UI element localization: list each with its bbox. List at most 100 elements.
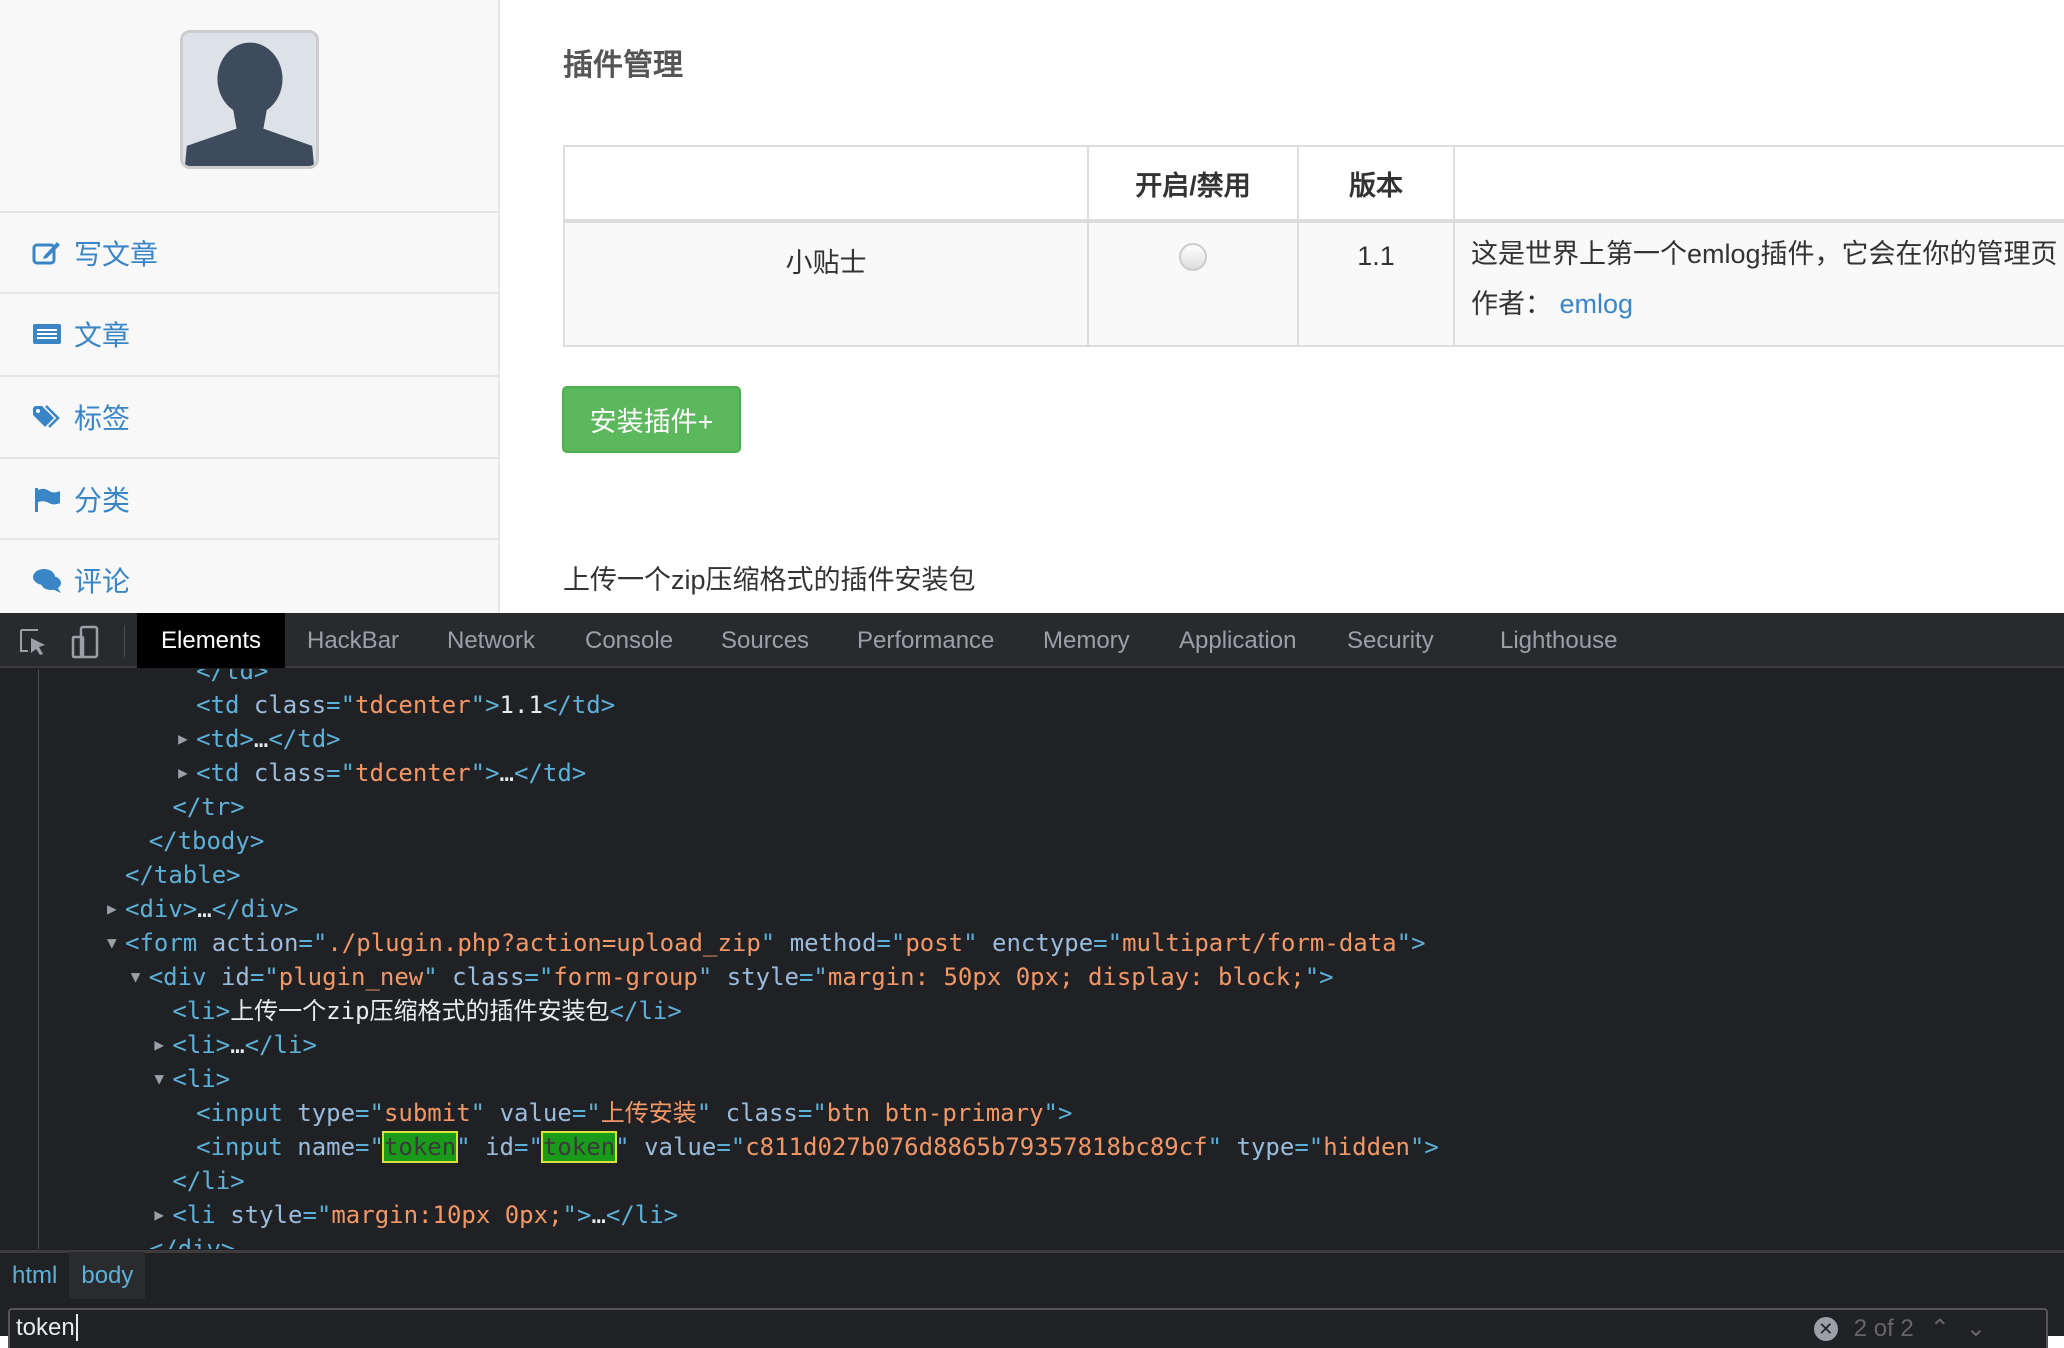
column-header-version: 版本 xyxy=(1297,145,1455,223)
sidebar-item-comments[interactable]: 评论 xyxy=(0,538,498,620)
code-token: =" xyxy=(1093,929,1123,957)
tab-network[interactable]: Network xyxy=(447,613,535,668)
sidebar-item-categories[interactable]: 分类 xyxy=(0,457,498,539)
comments-icon xyxy=(33,569,61,593)
code-token: 上传安装 xyxy=(600,1099,697,1127)
collapse-arrow-icon[interactable]: ▼ xyxy=(107,926,117,960)
code-token: c811d027b076d8865b79357818bc89cf xyxy=(745,1133,1208,1161)
code-token: … xyxy=(253,725,269,753)
collapse-arrow-icon[interactable]: ▼ xyxy=(131,960,141,994)
column-header-name xyxy=(563,145,1089,223)
dom-node-line[interactable]: ▶ <li>…</li> xyxy=(0,1028,1439,1062)
search-input[interactable]: token xyxy=(16,1314,75,1341)
dom-node-line[interactable]: </tr> xyxy=(0,790,1439,824)
code-token: <li> xyxy=(172,1065,231,1093)
plugin-toggle[interactable] xyxy=(1179,243,1207,271)
collapse-arrow-icon[interactable]: ▼ xyxy=(154,1062,164,1096)
dom-tree[interactable]: </td> <td class="tdcenter">1.1</td> ▶ <td>…… xyxy=(0,669,2064,1249)
code-token: </div> xyxy=(148,1235,236,1249)
devtools-tabbar: Elements HackBar Network Console Sources… xyxy=(0,613,2064,668)
dom-node-line[interactable]: <td class="tdcenter">1.1</td> xyxy=(0,688,1439,722)
code-token: … xyxy=(197,895,212,923)
column-header-description: 描述 xyxy=(1453,145,2064,223)
code-token: =" xyxy=(1294,1133,1324,1161)
code-token: plugin_new xyxy=(278,963,424,991)
dom-node-line[interactable]: ▼ <div id="plugin_new" class="form-group"… xyxy=(0,960,1439,994)
code-token: class xyxy=(253,759,327,787)
plugin-description: 这是世界上第一个emlog插件，它会在你的管理页 xyxy=(1471,239,2058,269)
sidebar-item-write[interactable]: 写文章 xyxy=(0,211,498,293)
code-token: "> xyxy=(562,1201,592,1229)
code-token: </tbody> xyxy=(148,827,265,855)
code-token: =" xyxy=(798,963,828,991)
next-match-icon[interactable]: ⌄ xyxy=(1966,1314,1986,1343)
sidebar-item-label: 文章 xyxy=(74,320,131,351)
tab-security[interactable]: Security xyxy=(1347,613,1434,668)
plugin-name: 小贴士 xyxy=(563,220,1089,347)
sidebar-item-label: 分类 xyxy=(74,485,131,516)
dom-node-line[interactable]: ▶ <td>…</td> xyxy=(0,722,1439,756)
breadcrumb-body[interactable]: body xyxy=(69,1251,146,1299)
dom-node-line[interactable]: ▶ <td class="tdcenter">…</td> xyxy=(0,756,1439,790)
dom-node-line[interactable]: </div> xyxy=(0,1232,1439,1249)
plugin-description-cell: 这是世界上第一个emlog插件，它会在你的管理页 作者： emlog xyxy=(1453,220,2064,347)
tab-sources[interactable]: Sources xyxy=(721,613,809,668)
code-token: </td> xyxy=(196,669,269,685)
code-token: =" xyxy=(571,1099,601,1127)
tab-performance[interactable]: Performance xyxy=(857,613,994,668)
install-plugin-button[interactable]: 安装插件+ xyxy=(562,386,741,453)
tab-lighthouse[interactable]: Lighthouse xyxy=(1500,613,1617,668)
dom-node-line[interactable]: ▶ <div>…</div> xyxy=(0,892,1439,926)
code-token: multipart/form-data xyxy=(1122,929,1397,957)
clear-search-icon[interactable]: ✕ xyxy=(1813,1316,1838,1341)
dom-node-line[interactable]: <input name="token" id="token" value="c8… xyxy=(0,1130,1439,1164)
dom-node-line[interactable]: ▼ <li> xyxy=(0,1062,1439,1096)
tab-memory[interactable]: Memory xyxy=(1043,613,1130,668)
avatar[interactable] xyxy=(180,30,319,169)
tab-console[interactable]: Console xyxy=(585,613,673,668)
inspect-element-icon[interactable] xyxy=(18,627,48,657)
tab-hackbar[interactable]: HackBar xyxy=(307,613,399,668)
dom-node-line[interactable]: ▶ <li style="margin:10px 0px;">…</li> xyxy=(0,1198,1439,1232)
code-token: tdcenter xyxy=(355,691,471,719)
code-token: action xyxy=(211,929,299,957)
previous-match-icon[interactable]: ⌃ xyxy=(1930,1314,1950,1343)
dom-node-line[interactable]: </td> xyxy=(0,669,1439,688)
breadcrumb-html[interactable]: html xyxy=(0,1252,69,1299)
dom-search-bar: token ✕ 2 of 2 ⌃ ⌄ xyxy=(8,1308,2048,1348)
code-token: 上传一个zip压缩格式的插件安装包 xyxy=(230,997,610,1025)
tab-elements[interactable]: Elements xyxy=(137,613,286,668)
expand-arrow-icon[interactable]: ▶ xyxy=(154,1198,164,1232)
code-token: ./plugin.php?action=upload_zip xyxy=(327,929,761,957)
author-link[interactable]: emlog xyxy=(1560,289,1634,319)
sidebar-item-articles[interactable]: 文章 xyxy=(0,292,498,374)
code-token: <li xyxy=(172,1201,231,1229)
expand-arrow-icon[interactable]: ▶ xyxy=(107,892,117,926)
dom-node-line[interactable]: </tbody> xyxy=(0,824,1439,858)
code-token: <td xyxy=(196,691,254,719)
code-token: <td> xyxy=(196,725,254,753)
expand-arrow-icon[interactable]: ▶ xyxy=(178,722,188,756)
device-toolbar-icon[interactable] xyxy=(70,625,100,659)
expand-arrow-icon[interactable]: ▶ xyxy=(178,756,188,790)
code-token: " xyxy=(470,1099,500,1127)
expand-arrow-icon[interactable]: ▶ xyxy=(154,1028,164,1062)
dom-node-line[interactable]: </li> xyxy=(0,1164,1439,1198)
code-token: type xyxy=(1236,1133,1295,1161)
code-token: </li> xyxy=(605,1201,679,1229)
upload-instructions: 上传一个zip压缩格式的插件安装包 xyxy=(563,565,976,595)
search-highlight: token xyxy=(540,1131,618,1163)
sidebar-item-tags[interactable]: 标签 xyxy=(0,375,498,457)
dom-node-line[interactable]: ▼ <form action="./plugin.php?action=uploa… xyxy=(0,926,1439,960)
dom-node-line[interactable]: <li>上传一个zip压缩格式的插件安装包</li> xyxy=(0,994,1439,1028)
author-label: 作者： xyxy=(1471,289,1552,319)
code-token: =" xyxy=(514,1133,543,1161)
code-token: tdcenter xyxy=(355,759,471,787)
code-token: id xyxy=(485,1133,515,1161)
sidebar-item-label: 写文章 xyxy=(74,239,159,270)
dom-node-line[interactable]: <input type="submit" value="上传安装" class=… xyxy=(0,1096,1439,1130)
code-token: </td> xyxy=(268,725,341,753)
tab-application[interactable]: Application xyxy=(1179,613,1296,668)
dom-node-line[interactable]: </table> xyxy=(0,858,1439,892)
code-token: hidden xyxy=(1323,1133,1410,1161)
